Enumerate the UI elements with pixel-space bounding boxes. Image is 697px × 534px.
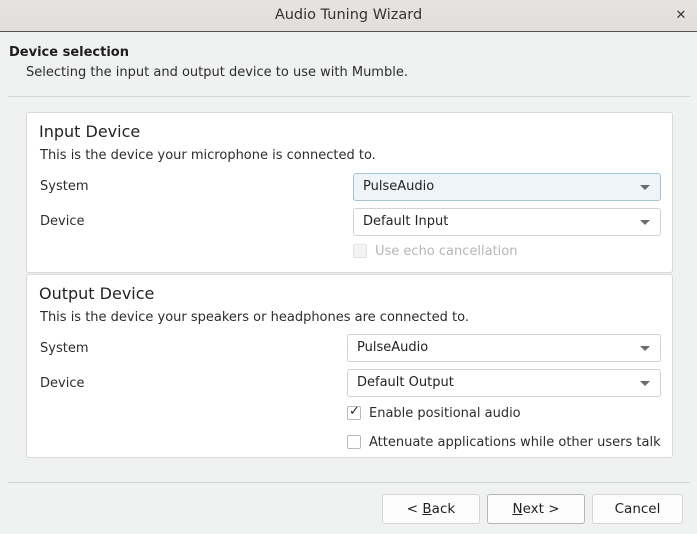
input-system-label: System: [40, 179, 89, 194]
back-button-mnemonic: B: [422, 501, 432, 517]
echo-cancellation-label: Use echo cancellation: [375, 244, 518, 259]
output-system-label: System: [40, 341, 89, 356]
chevron-down-icon: [640, 220, 650, 225]
output-device-value: Default Output: [357, 375, 454, 390]
chevron-down-icon: [640, 346, 650, 351]
output-device-combobox[interactable]: Default Output: [347, 369, 661, 397]
input-device-label: Device: [40, 214, 85, 229]
input-device-description: This is the device your microphone is co…: [40, 148, 376, 163]
output-system-value: PulseAudio: [357, 340, 429, 355]
input-system-value: PulseAudio: [363, 179, 435, 194]
output-device-group: Output Device This is the device your sp…: [26, 274, 673, 458]
echo-cancellation-checkbox: [353, 244, 367, 258]
page-header: Device selection Selecting the input and…: [0, 33, 697, 96]
input-device-group: Input Device This is the device your mic…: [26, 112, 673, 273]
page-title: Device selection: [9, 45, 129, 60]
output-device-label: Device: [40, 376, 85, 391]
close-icon[interactable]: ✕: [671, 6, 691, 26]
input-device-combobox[interactable]: Default Input: [353, 208, 661, 236]
input-device-value: Default Input: [363, 214, 449, 229]
next-button-suffix: ext >: [522, 501, 560, 517]
window-title: Audio Tuning Wizard: [274, 7, 423, 23]
input-device-title: Input Device: [39, 122, 141, 141]
chevron-down-icon: [640, 185, 650, 190]
back-button-suffix: ack: [431, 501, 456, 517]
title-bar: Audio Tuning Wizard ✕: [0, 0, 697, 32]
checkmark-icon: ✓: [349, 404, 360, 419]
page-subtitle: Selecting the input and output device to…: [26, 65, 408, 80]
output-system-combobox[interactable]: PulseAudio: [347, 334, 661, 362]
output-device-title: Output Device: [39, 284, 155, 303]
header-divider: [8, 96, 690, 97]
attenuate-applications-label: Attenuate applications while other users…: [369, 435, 661, 450]
chevron-down-icon: [640, 381, 650, 386]
output-device-description: This is the device your speakers or head…: [40, 310, 469, 325]
input-system-combobox[interactable]: PulseAudio: [353, 173, 661, 201]
positional-audio-label: Enable positional audio: [369, 406, 521, 421]
next-button[interactable]: Next >: [487, 494, 585, 524]
attenuate-applications-checkbox[interactable]: [347, 435, 361, 449]
positional-audio-checkbox[interactable]: ✓: [347, 404, 361, 420]
back-button-prefix: <: [406, 501, 423, 517]
footer-divider: [8, 482, 690, 483]
next-button-mnemonic: N: [512, 501, 523, 517]
back-button[interactable]: < Back: [382, 494, 480, 524]
cancel-button[interactable]: Cancel: [592, 494, 683, 524]
